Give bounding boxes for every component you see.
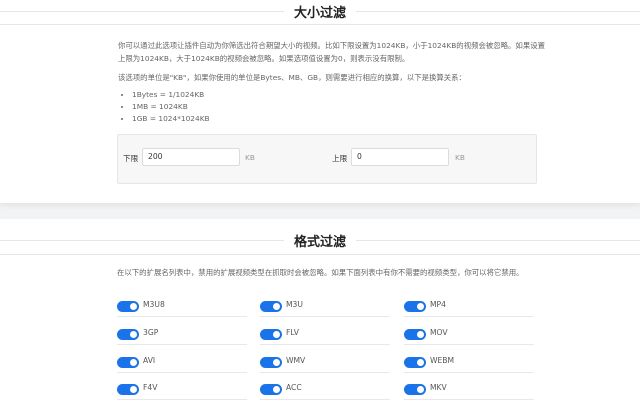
- format-toggle[interactable]: [404, 357, 426, 368]
- format-label: WEBM: [430, 356, 455, 365]
- format-item-m3u[interactable]: M3U: [260, 298, 390, 317]
- upper-limit-input[interactable]: 0: [351, 148, 449, 166]
- format-label: WMV: [286, 356, 306, 365]
- format-toggle[interactable]: [260, 301, 282, 312]
- format-toggle[interactable]: [404, 384, 426, 395]
- format-label: MP4: [430, 300, 446, 309]
- format-toggle[interactable]: [260, 357, 282, 368]
- format-label: F4V: [143, 383, 158, 392]
- format-item-wmv[interactable]: WMV: [260, 354, 390, 373]
- format-toggle[interactable]: [404, 329, 426, 340]
- unit-description: 该选项的单位是"KB"，如果你使用的单位是Bytes、MB、GB，则需要进行相应…: [118, 73, 466, 82]
- format-item-f4v[interactable]: F4V: [117, 381, 247, 400]
- format-label: ACC: [286, 383, 302, 392]
- format-item-mkv[interactable]: MKV: [404, 381, 534, 400]
- format-toggle[interactable]: [117, 301, 139, 312]
- format-item-flv[interactable]: FLV: [260, 326, 390, 345]
- format-label: 3GP: [143, 328, 159, 337]
- size-filter-card: 大小过滤 你可以通过此选项让插件自动为你筛选出符合期望大小的视频。比如下限设置为…: [0, 0, 640, 203]
- format-toggle[interactable]: [260, 384, 282, 395]
- format-filter-title: 格式过滤: [283, 235, 356, 250]
- format-item-m3u8[interactable]: M3U8: [117, 298, 247, 317]
- format-item-acc[interactable]: ACC: [260, 381, 390, 400]
- conversion-item: 1Bytes = 1/1024KB: [132, 89, 210, 101]
- format-item-mov[interactable]: MOV: [404, 326, 534, 345]
- format-item-mp4[interactable]: MP4: [404, 298, 534, 317]
- format-label: M3U8: [143, 300, 165, 309]
- conversion-item: 1MB = 1024KB: [132, 101, 210, 113]
- format-label: AVI: [143, 356, 156, 365]
- header-divider: [0, 24, 640, 25]
- header-divider: [0, 254, 640, 255]
- format-label: M3U: [286, 300, 303, 309]
- format-item-3gp[interactable]: 3GP: [117, 326, 247, 345]
- format-toggle[interactable]: [404, 301, 426, 312]
- upper-limit-unit: KB: [455, 153, 465, 162]
- format-filter-description: 在以下的扩展名列表中，禁用的扩展视频类型在抓取时会被忽略。如果下面列表中有你不需…: [117, 268, 524, 277]
- format-toggle[interactable]: [117, 357, 139, 368]
- lower-limit-input[interactable]: 200: [142, 148, 240, 166]
- conversion-list: 1Bytes = 1/1024KB 1MB = 1024KB 1GB = 102…: [124, 89, 210, 125]
- format-toggle[interactable]: [260, 329, 282, 340]
- upper-limit-label: 上限: [332, 154, 348, 163]
- format-label: FLV: [286, 328, 299, 337]
- format-label: MKV: [430, 383, 447, 392]
- format-toggle[interactable]: [117, 329, 139, 340]
- limits-panel: 下限 200 KB 上限 0 KB: [117, 134, 537, 184]
- format-toggle[interactable]: [117, 384, 139, 395]
- size-filter-description: 你可以通过此选项让插件自动为你筛选出符合期望大小的视频。比如下限设置为1024K…: [118, 41, 545, 63]
- lower-limit-label: 下限: [123, 154, 139, 163]
- format-item-webm[interactable]: WEBM: [404, 354, 534, 373]
- size-filter-title: 大小过滤: [283, 6, 356, 21]
- format-label: MOV: [430, 328, 448, 337]
- lower-limit-unit: KB: [245, 153, 255, 162]
- format-item-avi[interactable]: AVI: [117, 354, 247, 373]
- conversion-item: 1GB = 1024*1024KB: [132, 113, 210, 125]
